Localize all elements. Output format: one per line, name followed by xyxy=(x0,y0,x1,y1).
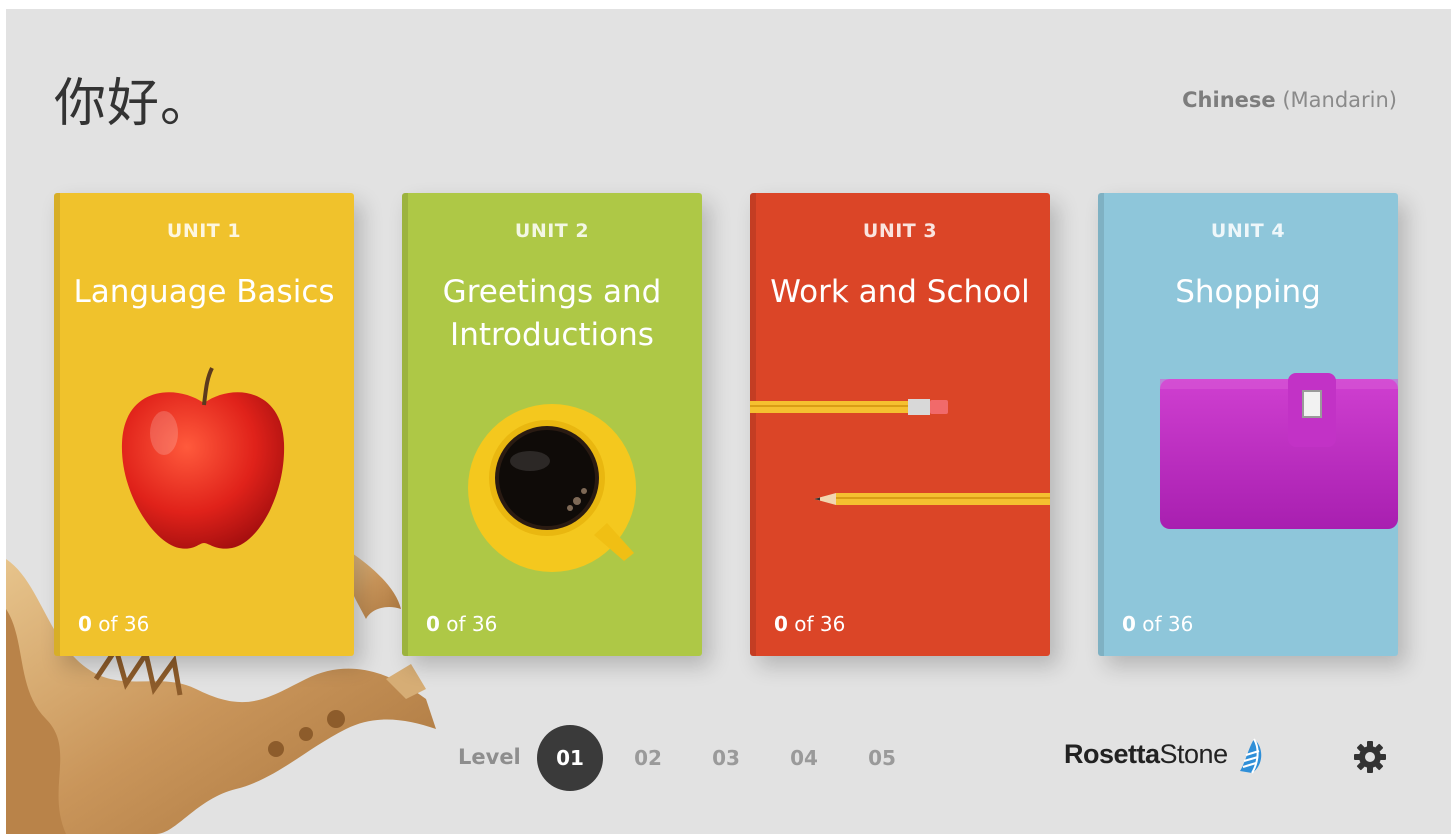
language-name: Chinese xyxy=(1182,88,1276,112)
level-01-button[interactable]: 01 xyxy=(537,725,603,791)
greeting-title: 你好。 xyxy=(54,74,214,134)
brand-wordmark: RosettaStone xyxy=(1064,739,1228,779)
pencils-image xyxy=(750,399,1050,505)
unit-card-2[interactable]: UNIT 2 Greetings and Introductions 0 of … xyxy=(402,193,702,656)
course-language[interactable]: Chinese (Mandarin) xyxy=(1182,88,1397,112)
completed-count: 0 xyxy=(774,612,788,636)
unit-label: UNIT 4 xyxy=(1210,220,1286,242)
unit-card-4[interactable]: UNIT 4 Shopping 0 of 36 xyxy=(1098,193,1398,656)
completed-count: 0 xyxy=(426,612,440,636)
language-variant: (Mandarin) xyxy=(1282,88,1397,112)
unit-progress: 0 of 36 xyxy=(426,612,497,636)
unit-title: Greetings and Introductions xyxy=(442,274,662,353)
completed-count: 0 xyxy=(1122,612,1136,636)
level-05-button[interactable]: 05 xyxy=(849,725,915,791)
unit-title: Work and School xyxy=(770,274,1030,310)
total-count: of 36 xyxy=(1142,612,1194,636)
total-count: of 36 xyxy=(446,612,498,636)
home-screen: 你好。 Chinese (Mandarin) UNIT 1 Language B… xyxy=(6,9,1451,834)
level-03-button[interactable]: 03 xyxy=(693,725,759,791)
unit-progress: 0 of 36 xyxy=(1122,612,1193,636)
unit-label: UNIT 3 xyxy=(862,220,938,242)
unit-label: UNIT 1 xyxy=(166,220,242,242)
level-label: Level xyxy=(458,745,521,769)
unit-progress: 0 of 36 xyxy=(78,612,149,636)
unit-title: Language Basics xyxy=(73,274,335,310)
completed-count: 0 xyxy=(78,612,92,636)
brand-part-2: Stone xyxy=(1159,739,1229,769)
level-04-button[interactable]: 04 xyxy=(771,725,837,791)
total-count: of 36 xyxy=(794,612,846,636)
wallet-image xyxy=(1160,373,1398,529)
coffee-cup-image xyxy=(468,404,636,572)
gear-icon[interactable] xyxy=(1352,739,1388,775)
apple-image xyxy=(121,367,285,549)
rosetta-stone-logo-icon xyxy=(1240,738,1262,774)
brand-part-1: Rosetta xyxy=(1064,739,1160,769)
unit-card-1[interactable]: UNIT 1 Language Basics 0 of 36 xyxy=(54,193,354,656)
unit-title: Shopping xyxy=(1175,274,1321,310)
total-count: of 36 xyxy=(98,612,150,636)
unit-progress: 0 of 36 xyxy=(774,612,845,636)
unit-card-3[interactable]: UNIT 3 Work and School 0 of 36 xyxy=(750,193,1050,656)
unit-label: UNIT 2 xyxy=(514,220,590,242)
level-02-button[interactable]: 02 xyxy=(615,725,681,791)
